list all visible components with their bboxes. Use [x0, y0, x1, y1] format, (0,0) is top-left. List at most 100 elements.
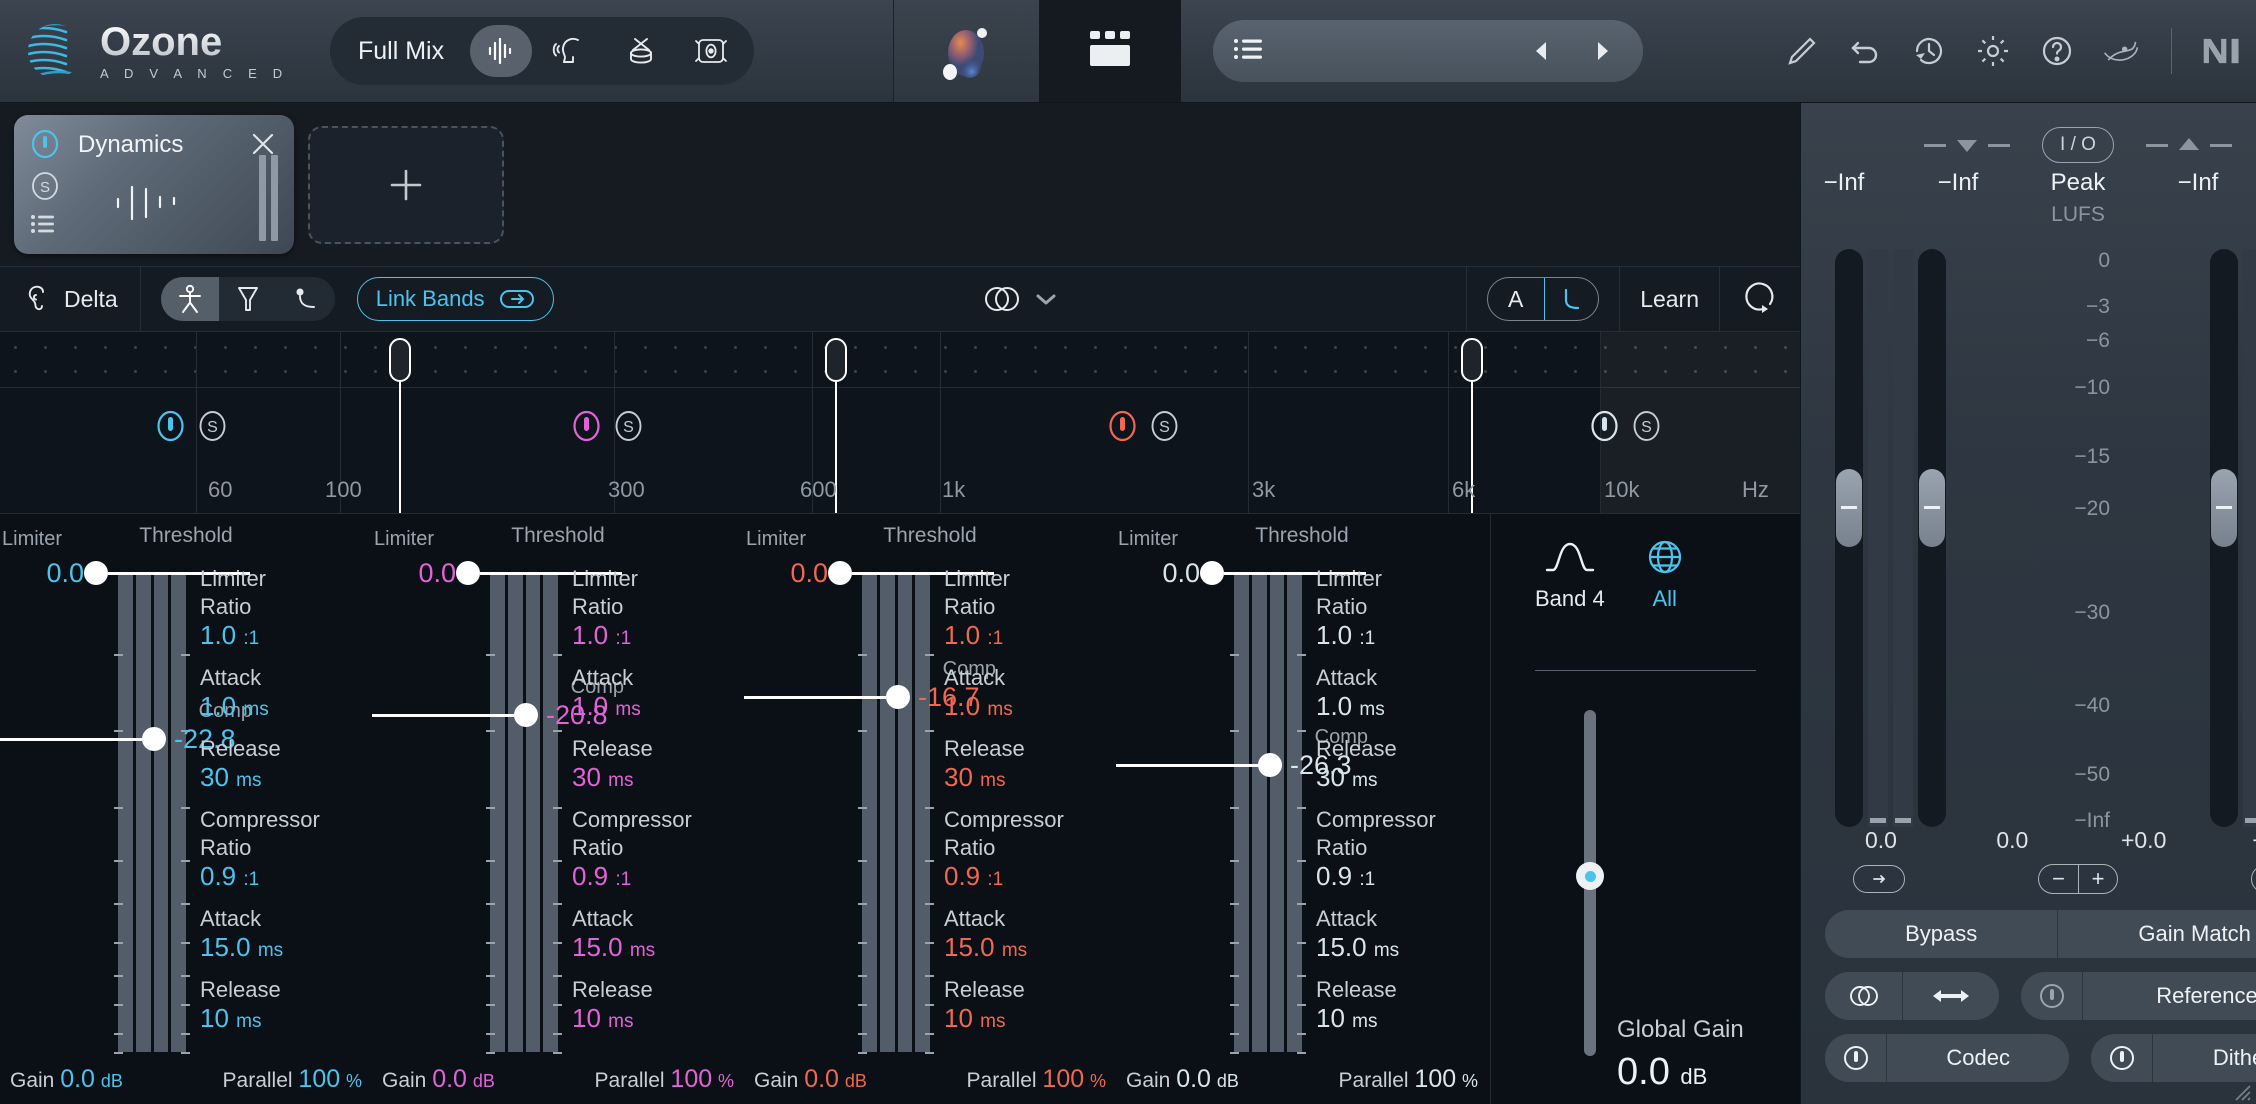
peak-label[interactable]: Peak: [2029, 169, 2127, 197]
input-fader-l-knob[interactable]: [1836, 468, 1862, 547]
crossover-handle-1[interactable]: [389, 338, 411, 382]
fader-value-out-l[interactable]: +0.0: [2104, 827, 2184, 854]
reference-button[interactable]: Reference: [2083, 972, 2256, 1020]
view-mode-curve-icon[interactable]: [277, 277, 335, 321]
band-2-power-icon[interactable]: [572, 408, 601, 444]
band-1-parallel[interactable]: Parallel 100 %: [223, 1065, 362, 1094]
pencil-icon[interactable]: [1781, 31, 1821, 71]
band-1-comp-knob[interactable]: [142, 727, 166, 751]
band-1-limiter-release[interactable]: 30 ms: [200, 762, 380, 793]
band-4-comp-knob[interactable]: [1258, 753, 1282, 777]
add-module-button[interactable]: [308, 125, 504, 244]
band-3-limiter-knob[interactable]: [828, 561, 852, 585]
band-4-limiter-attack[interactable]: 1.0 ms: [1316, 691, 1496, 722]
band-2-limiter-knob[interactable]: [456, 561, 480, 585]
gear-icon[interactable]: [1973, 31, 2013, 71]
band-1-limiter-knob[interactable]: [84, 561, 108, 585]
band-4-comp-attack[interactable]: 15.0 ms: [1316, 932, 1496, 963]
help-icon[interactable]: [2037, 31, 2077, 71]
fader-value-in-l[interactable]: 0.0: [1841, 827, 1921, 854]
ab-a-button[interactable]: A: [1488, 278, 1544, 320]
band-3-threshold-slider[interactable]: Limiter 0.0 -16.7 Comp: [744, 528, 996, 1054]
view-mode-filter-icon[interactable]: [219, 277, 277, 321]
stereo-mode-selector[interactable]: [981, 282, 1059, 316]
band-4-gain[interactable]: Gain 0.0 dB: [1126, 1065, 1239, 1094]
dither-power-icon[interactable]: [2091, 1034, 2154, 1082]
band-2-gain[interactable]: Gain 0.0 dB: [382, 1065, 495, 1094]
band-1-threshold-slider[interactable]: Limiter 0.0 -22.8 Comp: [0, 528, 252, 1054]
input-fader-r-knob[interactable]: [1919, 468, 1945, 547]
band-2-parallel[interactable]: Parallel 100 %: [595, 1065, 734, 1094]
global-gain-knob[interactable]: [1576, 862, 1604, 891]
band-2-solo-icon[interactable]: S: [614, 408, 643, 444]
band-4-power-icon[interactable]: [1590, 408, 1619, 444]
band-4-threshold-slider[interactable]: Limiter 0.0 -26.3 Comp: [1116, 528, 1368, 1054]
band-1-gain[interactable]: Gain 0.0 dB: [10, 1065, 123, 1094]
gain-increment-button[interactable]: +: [2078, 864, 2118, 894]
mix-mode-bass-icon[interactable]: [680, 25, 742, 77]
fader-value-out-r[interactable]: +0.0: [2235, 827, 2256, 854]
band-3-limiter-release[interactable]: 30 ms: [944, 762, 1124, 793]
band-4-parallel[interactable]: Parallel 100 %: [1339, 1065, 1478, 1094]
preset-selector[interactable]: [1212, 20, 1643, 82]
band-1-power-icon[interactable]: [156, 408, 185, 444]
reference-power-icon[interactable]: [2021, 972, 2083, 1020]
resize-grip-icon[interactable]: [2230, 1080, 2252, 1102]
band-2-limiter-ratio[interactable]: 1.0 :1: [572, 620, 752, 651]
band-3-gain[interactable]: Gain 0.0 dB: [754, 1065, 867, 1094]
band-4-limiter-release[interactable]: 30 ms: [1316, 762, 1496, 793]
history-icon[interactable]: [1909, 31, 1949, 71]
crossover-handle-3[interactable]: [1461, 338, 1483, 382]
band-2-threshold-slider[interactable]: Limiter 0.0 -20.8 Comp: [372, 528, 624, 1054]
input-link-icon[interactable]: [1853, 865, 1905, 893]
band-1-comp-ratio[interactable]: 0.9 :1: [200, 861, 380, 892]
codec-power-icon[interactable]: [1825, 1034, 1887, 1082]
io-toggle[interactable]: I / O: [2042, 127, 2114, 163]
output-fader-l[interactable]: [2210, 249, 2238, 827]
mix-mode-vocal-icon[interactable]: [540, 25, 602, 77]
stereo-mode-button[interactable]: [1825, 972, 1903, 1020]
band-3-limiter-attack[interactable]: 1.0 ms: [944, 691, 1124, 722]
learn-button[interactable]: Learn: [1640, 286, 1699, 313]
band-select-button[interactable]: Band 4: [1535, 536, 1605, 612]
band-1-solo-icon[interactable]: S: [198, 408, 227, 444]
module-view-button[interactable]: [1038, 0, 1181, 102]
band-1-limiter-ratio[interactable]: 1.0 :1: [200, 620, 380, 651]
module-power-icon[interactable]: [30, 129, 60, 164]
preset-next-button[interactable]: [1579, 28, 1625, 74]
ab-b-button[interactable]: [1543, 278, 1599, 320]
band-2-limiter-attack[interactable]: 1.0 ms: [572, 691, 752, 722]
dither-button[interactable]: Dither: [2153, 1034, 2256, 1082]
band-4-limiter-ratio[interactable]: 1.0 :1: [1316, 620, 1496, 651]
gain-decrement-button[interactable]: −: [2038, 864, 2078, 894]
band-4-comp-ratio[interactable]: 0.9 :1: [1316, 861, 1496, 892]
band-1-limiter-attack[interactable]: 1.0 ms: [200, 691, 380, 722]
band-2-comp-attack[interactable]: 15.0 ms: [572, 932, 752, 963]
undo-icon[interactable]: [1845, 31, 1885, 71]
band-3-solo-icon[interactable]: S: [1150, 408, 1179, 444]
view-mode-detection-icon[interactable]: [160, 277, 219, 321]
band-2-comp-release[interactable]: 10 ms: [572, 1003, 752, 1034]
input-fader-r[interactable]: [1918, 249, 1946, 827]
master-assistant-button[interactable]: [893, 0, 1039, 102]
delta-button[interactable]: Delta: [0, 283, 140, 315]
mix-mode-drums-icon[interactable]: [610, 25, 672, 77]
global-gain-slider[interactable]: [1576, 710, 1604, 1056]
band-1-comp-release[interactable]: 10 ms: [200, 1003, 380, 1034]
band-3-comp-attack[interactable]: 15.0 ms: [944, 932, 1124, 963]
band-3-comp-ratio[interactable]: 0.9 :1: [944, 861, 1124, 892]
fader-value-in-r[interactable]: 0.0: [1972, 827, 2052, 854]
band-3-comp-knob[interactable]: [886, 685, 910, 709]
preset-prev-button[interactable]: [1519, 28, 1565, 74]
band-3-limiter-ratio[interactable]: 1.0 :1: [944, 620, 1124, 651]
input-fader-l[interactable]: [1835, 249, 1863, 827]
global-gain-value[interactable]: 0.0 dB: [1617, 1051, 1707, 1094]
band-3-comp-release[interactable]: 10 ms: [944, 1003, 1124, 1034]
link-bands-toggle[interactable]: Link Bands: [356, 277, 554, 321]
band-4-comp-release[interactable]: 10 ms: [1316, 1003, 1496, 1034]
all-bands-button[interactable]: All: [1641, 536, 1689, 612]
width-mode-button[interactable]: [1903, 972, 1999, 1020]
band-3-power-icon[interactable]: [1108, 408, 1137, 444]
band-2-comp-ratio[interactable]: 0.9 :1: [572, 861, 752, 892]
band-3-parallel[interactable]: Parallel 100 %: [967, 1065, 1106, 1094]
